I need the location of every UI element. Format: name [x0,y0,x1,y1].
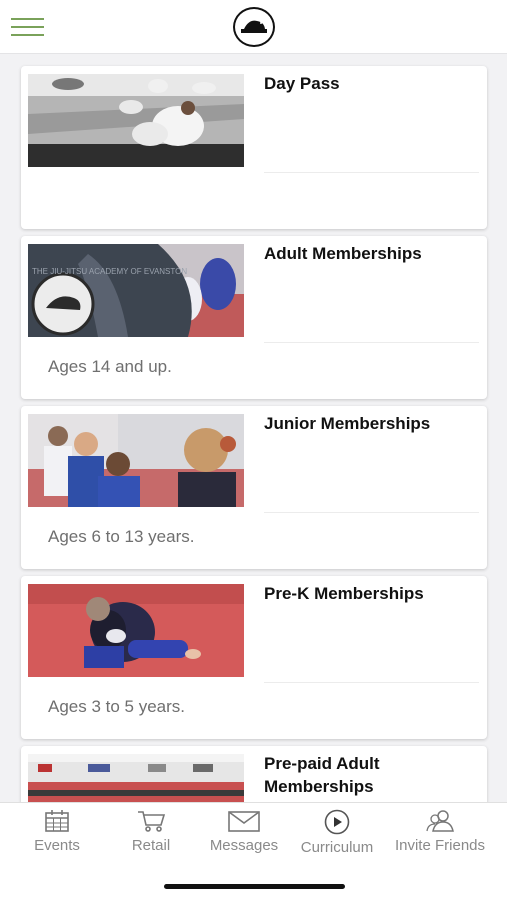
adult-gi-patch-photo: THE JIU-JITSU ACADEMY OF EVANSTON [28,244,244,337]
card-divider [264,172,479,173]
membership-card-pre-paid-adult[interactable]: Pre-paid Adult Memberships [21,746,487,802]
tab-label: Invite Friends [394,837,486,854]
home-indicator[interactable] [164,884,345,889]
membership-list[interactable]: Day Pass THE JIU-JITSU ACADEMY OF EVANST… [0,54,507,802]
svg-text:THE JIU-JITSU ACADEMY OF EVANS: THE JIU-JITSU ACADEMY OF EVANSTON [32,267,187,276]
tab-messages[interactable]: Messages [203,809,285,861]
hamburger-menu-icon[interactable] [11,16,44,38]
bear-logo-icon [233,7,275,47]
jiu-jitsu-class-photo [28,74,244,167]
card-description: Ages 14 and up. [48,357,172,376]
tab-label: Events [34,837,80,854]
membership-card-pre-k[interactable]: Pre-K Memberships Ages 3 to 5 years. [21,576,487,739]
card-description: Ages 3 to 5 years. [48,697,186,716]
membership-card-junior[interactable]: Junior Memberships Ages 6 to 13 years. [21,406,487,569]
tab-events[interactable]: Events [22,809,92,861]
people-icon [426,810,454,832]
card-divider [264,512,479,513]
calendar-icon [45,810,69,832]
card-title: Day Pass [264,74,340,93]
envelope-icon [228,811,260,832]
card-title: Adult Memberships [264,244,422,263]
tab-label: Messages [209,837,279,854]
card-title: Pre-paid Adult Memberships [264,754,380,796]
tab-curriculum[interactable]: Curriculum [294,809,380,861]
junior-students-photo [28,414,244,507]
membership-card-day-pass[interactable]: Day Pass [21,66,487,229]
card-description: Ages 6 to 13 years. [48,527,195,546]
play-circle-icon [324,809,350,835]
card-title: Junior Memberships [264,414,431,433]
pre-k-grappling-photo [28,584,244,677]
cart-icon [138,811,166,832]
tab-label: Retail [131,837,171,854]
membership-card-adult[interactable]: THE JIU-JITSU ACADEMY OF EVANSTON Adult … [21,236,487,399]
card-divider [264,342,479,343]
tab-retail[interactable]: Retail [116,809,186,861]
academy-mat-room-photo [28,754,244,802]
card-title: Pre-K Memberships [264,584,424,603]
card-divider [264,682,479,683]
tab-invite-friends[interactable]: Invite Friends [387,809,493,861]
top-header [0,0,507,54]
tab-label: Curriculum [300,839,374,856]
